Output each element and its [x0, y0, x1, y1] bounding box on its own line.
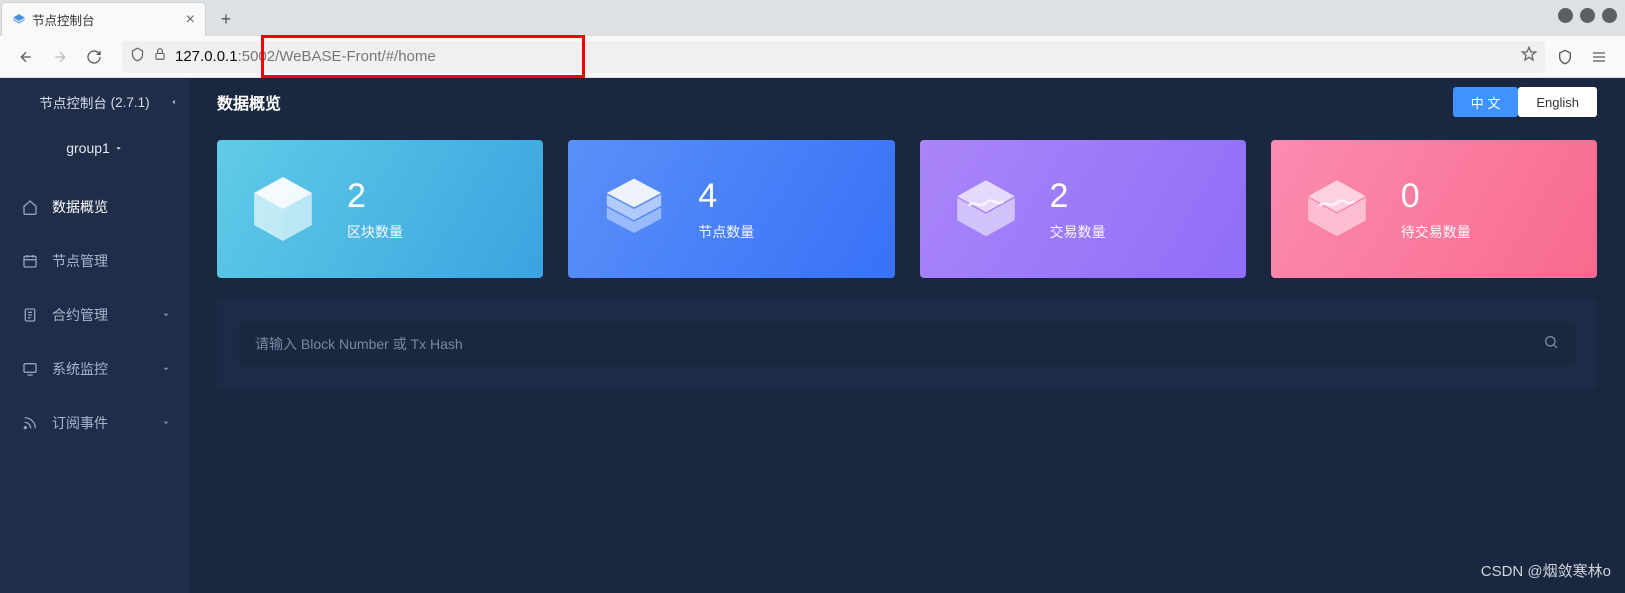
- reload-button[interactable]: [80, 43, 108, 71]
- chevron-down-icon: [161, 361, 171, 377]
- sidebar-item-label: 节点管理: [52, 251, 108, 271]
- rss-icon: [22, 415, 38, 431]
- browser-tab[interactable]: 节点控制台 ×: [1, 2, 206, 36]
- menu-icon[interactable]: [1585, 43, 1613, 71]
- home-icon: [22, 199, 38, 215]
- bookmark-icon[interactable]: [1521, 46, 1537, 67]
- layers-icon: [12, 13, 26, 27]
- server-icon: [594, 169, 674, 249]
- chevron-down-icon: [114, 144, 123, 153]
- app-name: 节点控制台: [39, 92, 107, 112]
- close-icon[interactable]: ×: [186, 13, 195, 27]
- cube-icon: [243, 169, 323, 249]
- sidebar-item-label: 订阅事件: [52, 413, 108, 433]
- language-switch: 中 文 English: [1453, 87, 1597, 117]
- chart-icon: [946, 169, 1026, 249]
- collapse-icon[interactable]: [169, 95, 179, 110]
- back-button[interactable]: [12, 43, 40, 71]
- clipboard-icon: [22, 307, 38, 323]
- lang-cn-button[interactable]: 中 文: [1453, 87, 1519, 117]
- app-version: (2.7.1): [111, 95, 150, 110]
- pending-icon: [1297, 169, 1377, 249]
- shield-icon: [130, 47, 145, 67]
- main: 数据概览 中 文 English 2 区块数量: [189, 78, 1625, 593]
- search-input[interactable]: [255, 336, 1531, 352]
- sidebar: 节点控制台 (2.7.1) group1 数据概览 节点管理 合约管理: [0, 78, 189, 593]
- sidebar-item-subscribe[interactable]: 订阅事件: [0, 396, 189, 450]
- card-tx[interactable]: 2 交易数量: [920, 140, 1246, 278]
- content: 2 区块数量 4 节点数量: [189, 126, 1625, 416]
- card-value: 2: [347, 177, 403, 216]
- lang-en-button[interactable]: English: [1518, 87, 1597, 117]
- lock-icon: [153, 47, 167, 66]
- url-text: 127.0.0.1:5002/WeBASE-Front/#/home: [175, 48, 1513, 65]
- card-nodes[interactable]: 4 节点数量: [568, 140, 894, 278]
- sidebar-header: 节点控制台 (2.7.1): [0, 78, 189, 126]
- sidebar-item-label: 系统监控: [52, 359, 108, 379]
- sidebar-item-label: 合约管理: [52, 305, 108, 325]
- chevron-down-icon: [161, 415, 171, 431]
- card-label: 节点数量: [698, 222, 754, 242]
- app-root: 节点控制台 (2.7.1) group1 数据概览 节点管理 合约管理: [0, 78, 1625, 593]
- window-min-button[interactable]: [1558, 8, 1573, 23]
- monitor-icon: [22, 361, 38, 377]
- page-title: 数据概览: [217, 90, 1453, 114]
- chevron-down-icon: [161, 307, 171, 323]
- sidebar-item-monitor[interactable]: 系统监控: [0, 342, 189, 396]
- sidebar-item-contracts[interactable]: 合约管理: [0, 288, 189, 342]
- shield-ext-icon[interactable]: [1551, 43, 1579, 71]
- address-bar[interactable]: 127.0.0.1:5002/WeBASE-Front/#/home: [122, 41, 1545, 73]
- window-close-button[interactable]: [1602, 8, 1617, 23]
- url-bar: 127.0.0.1:5002/WeBASE-Front/#/home: [0, 36, 1625, 78]
- search-panel: [217, 300, 1597, 388]
- window-controls: [1558, 8, 1617, 23]
- sidebar-item-label: 数据概览: [52, 197, 108, 217]
- search-icon[interactable]: [1543, 334, 1559, 355]
- search-box: [239, 322, 1575, 366]
- card-blocks[interactable]: 2 区块数量: [217, 140, 543, 278]
- card-value: 4: [698, 177, 754, 216]
- card-label: 交易数量: [1050, 222, 1106, 242]
- card-pending[interactable]: 0 待交易数量: [1271, 140, 1597, 278]
- stat-cards: 2 区块数量 4 节点数量: [217, 140, 1597, 278]
- card-value: 0: [1401, 177, 1471, 216]
- card-label: 区块数量: [347, 222, 403, 242]
- card-label: 待交易数量: [1401, 222, 1471, 242]
- sidebar-item-overview[interactable]: 数据概览: [0, 180, 189, 234]
- group-select[interactable]: group1: [0, 126, 189, 170]
- new-tab-button[interactable]: +: [212, 5, 240, 33]
- calendar-icon: [22, 253, 38, 269]
- top-bar: 数据概览 中 文 English: [189, 78, 1625, 126]
- window-max-button[interactable]: [1580, 8, 1595, 23]
- tab-strip: 节点控制台 × +: [0, 0, 1625, 36]
- card-value: 2: [1050, 177, 1106, 216]
- forward-button[interactable]: [46, 43, 74, 71]
- sidebar-item-nodes[interactable]: 节点管理: [0, 234, 189, 288]
- group-label: group1: [66, 140, 110, 156]
- tab-title: 节点控制台: [32, 10, 180, 29]
